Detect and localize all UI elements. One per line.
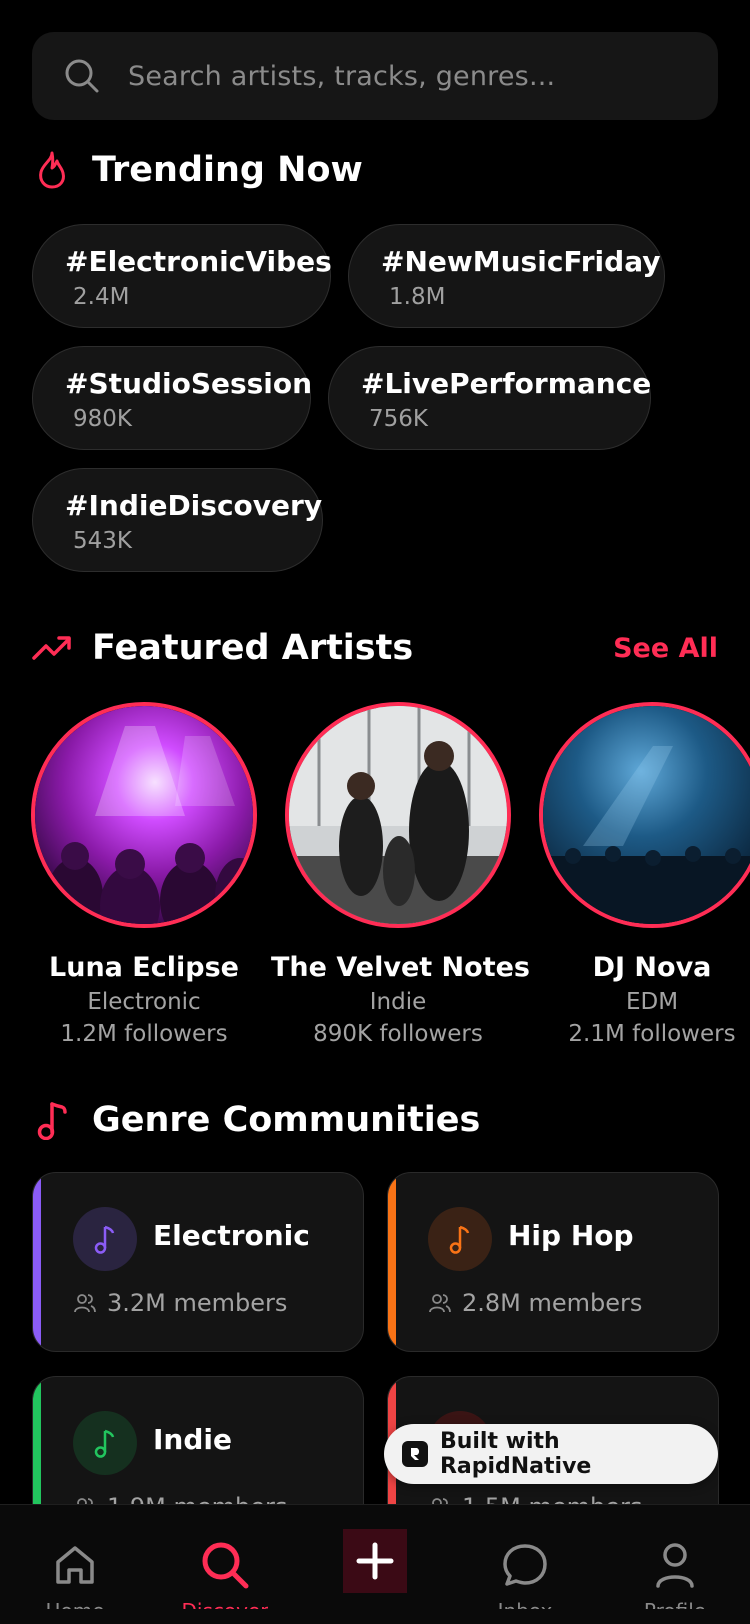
music-note-icon [32,1100,72,1140]
artist-followers: 890K followers [313,1021,483,1047]
chat-icon [501,1535,549,1595]
genre-card[interactable]: Hip Hop 2.8M members [387,1172,719,1352]
artist-genre: EDM [625,989,679,1015]
trending-tag: #ElectronicVibes [65,245,332,278]
rapidnative-logo-icon [402,1441,428,1467]
trending-chip[interactable]: #NewMusicFriday 1.8M [348,224,665,328]
search-icon [199,1535,251,1595]
communities-header: Genre Communities [32,1100,718,1140]
artist-followers: 2.1M followers [568,1021,736,1047]
artist-name: Luna Eclipse [49,952,239,983]
artist-name: The Velvet Notes [271,952,530,983]
music-note-icon [428,1207,492,1271]
trending-header: Trending Now [32,150,718,190]
flame-icon [32,150,72,190]
trending-chip[interactable]: #ElectronicVibes 2.4M [32,224,332,328]
create-button[interactable] [343,1529,407,1593]
trending-count: 756K [369,406,428,432]
genre-name: Indie [153,1423,232,1456]
trending-count: 2.4M [73,284,130,310]
genre-accent [33,1173,41,1351]
trending-chip[interactable]: #IndieDiscovery 543K [32,468,323,572]
artist-card[interactable]: The Velvet Notes Indie 890K followers [271,702,530,1047]
artist-avatar [539,702,750,928]
featured-header: Featured Artists See All [32,628,718,668]
plus-icon [356,1542,394,1580]
user-icon [655,1535,695,1595]
trending-up-icon [32,628,72,668]
artist-genre: Electronic [87,989,201,1015]
trending-tag: #StudioSession [65,367,313,400]
artist-genre: Indie [369,989,427,1015]
tab-label: Profile [644,1599,706,1609]
trending-count: 980K [73,406,132,432]
genre-members: 2.8M members [428,1289,642,1317]
trending-tag: #NewMusicFriday [381,245,661,278]
search-bar[interactable]: Search artists, tracks, genres... [32,32,718,120]
badge-text: Built with RapidNative [439,1429,592,1479]
tab-profile[interactable]: Profile [600,1505,750,1624]
search-input[interactable]: Search artists, tracks, genres... [128,61,555,92]
trending-tag: #IndieDiscovery [65,489,323,522]
tab-discover[interactable]: Discover [150,1505,300,1624]
search-icon [65,59,99,93]
trending-tag: #LivePerformance [361,367,652,400]
artist-name: DJ Nova [592,952,712,983]
tab-create[interactable] [300,1505,450,1624]
tab-label: Home [45,1599,104,1609]
tab-home[interactable]: Home [0,1505,150,1624]
bottom-tab-bar: Home Discover Inbox Profile [0,1504,750,1624]
genre-members-text: 3.2M members [107,1289,288,1317]
artist-card[interactable]: Luna Eclipse Electronic 1.2M followers [17,702,271,1047]
home-icon [53,1535,97,1595]
genre-members: 3.2M members [73,1289,287,1317]
see-all-link[interactable]: See All [613,633,718,664]
genre-accent [388,1173,396,1351]
genre-members-text: 2.8M members [462,1289,643,1317]
music-note-icon [73,1207,137,1271]
trending-title: Trending Now [92,150,363,190]
genre-name: Electronic [153,1219,310,1252]
users-icon [429,1294,451,1313]
built-with-badge[interactable]: Built with RapidNative [384,1424,718,1484]
users-icon [74,1294,96,1313]
artist-card[interactable]: DJ Nova EDM 2.1M followers [525,702,750,1047]
genre-card[interactable]: Electronic 3.2M members [32,1172,364,1352]
artist-avatar [285,702,511,928]
featured-title: Featured Artists [92,628,414,668]
music-note-icon [73,1411,137,1475]
trending-count: 1.8M [389,284,446,310]
communities-title: Genre Communities [92,1100,481,1140]
trending-chip[interactable]: #StudioSession 980K [32,346,313,450]
tab-inbox[interactable]: Inbox [450,1505,600,1624]
trending-chip[interactable]: #LivePerformance 756K [328,346,651,450]
tab-label: Discover [182,1599,269,1609]
genre-name: Hip Hop [508,1219,634,1252]
artist-avatar [31,702,257,928]
tab-label: Inbox [498,1599,553,1609]
artist-followers: 1.2M followers [60,1021,228,1047]
trending-count: 543K [73,528,132,554]
